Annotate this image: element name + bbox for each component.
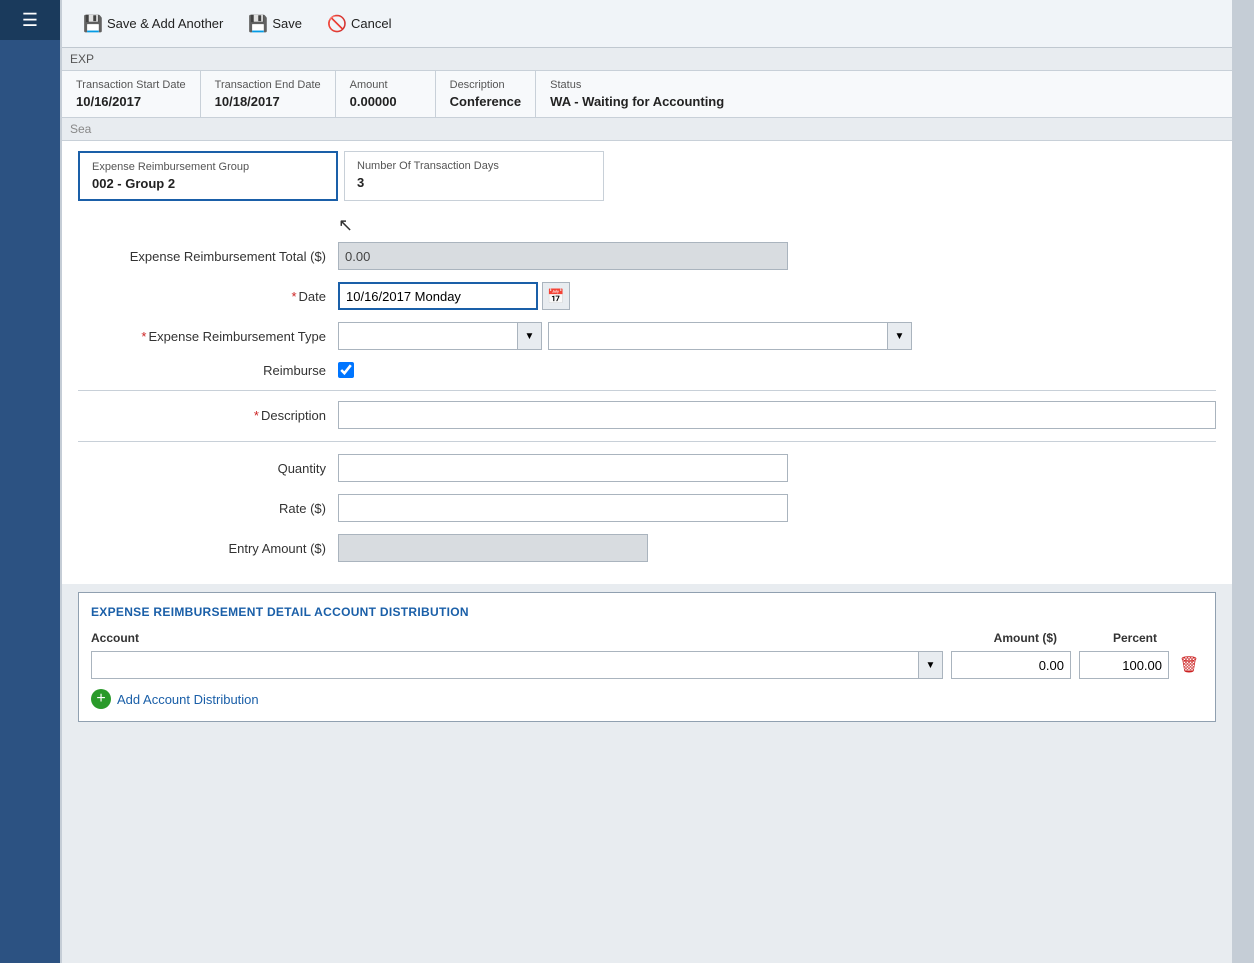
date-field-group: 📅: [338, 282, 570, 310]
reimburse-row: Reimburse: [78, 362, 1216, 378]
end-date-label: Transaction End Date: [215, 79, 321, 91]
type-label: Expense Reimbursement Type: [78, 329, 338, 344]
calendar-button[interactable]: 📅: [542, 282, 570, 310]
amount-value: 0.00000: [350, 94, 421, 109]
save-icon: 💾: [249, 15, 267, 33]
date-label: Date: [78, 289, 338, 304]
exp-header: EXP: [62, 48, 1232, 71]
start-date-cell: Transaction Start Date 10/16/2017: [62, 71, 201, 117]
type-row: Expense Reimbursement Type ▼ ▼: [78, 322, 1216, 350]
save-add-icon: 💾: [84, 15, 102, 33]
end-date-cell: Transaction End Date 10/18/2017: [201, 71, 336, 117]
trash-icon: 🗑: [1179, 655, 1199, 675]
percent-col-header: Percent: [1067, 631, 1167, 645]
rate-input[interactable]: [338, 494, 788, 522]
account-table-row: ▼ 🗑: [91, 651, 1203, 679]
start-date-label: Transaction Start Date: [76, 79, 186, 91]
type-dropdown-group: ▼ ▼: [338, 322, 912, 350]
cursor-indicator: ↖: [338, 215, 1216, 236]
account-amount-input[interactable]: [951, 651, 1071, 679]
days-label: Number Of Transaction Days: [357, 160, 591, 172]
date-input[interactable]: [338, 282, 538, 310]
days-value: 3: [357, 175, 591, 190]
account-percent-input[interactable]: [1079, 651, 1169, 679]
entry-amount-label: Entry Amount ($): [78, 541, 338, 556]
group-value: 002 - Group 2: [92, 176, 324, 191]
rate-row: Rate ($): [78, 494, 1216, 522]
divider: [78, 390, 1216, 391]
days-box: Number Of Transaction Days 3: [344, 151, 604, 201]
end-date-value: 10/18/2017: [215, 94, 321, 109]
status-value: WA - Waiting for Accounting: [550, 94, 1218, 109]
cancel-label: Cancel: [351, 16, 391, 31]
save-label: Save: [272, 16, 302, 31]
total-label: Expense Reimbursement Total ($): [78, 249, 338, 264]
toolbar: 💾 Save & Add Another 💾 Save 🚫 Cancel: [62, 0, 1232, 48]
add-circle-icon: +: [91, 689, 111, 709]
group-box: Expense Reimbursement Group 002 - Group …: [78, 151, 338, 201]
account-dropdown-arrow[interactable]: ▼: [919, 651, 943, 679]
save-add-button[interactable]: 💾 Save & Add Another: [74, 11, 233, 37]
modal-container: 💾 Save & Add Another 💾 Save 🚫 Cancel EXP…: [62, 0, 1232, 963]
quantity-label: Quantity: [78, 461, 338, 476]
total-row: Expense Reimbursement Total ($): [78, 242, 1216, 270]
quantity-input[interactable]: [338, 454, 788, 482]
status-cell: Status WA - Waiting for Accounting: [536, 71, 1232, 117]
menu-icon: ☰: [22, 10, 38, 31]
status-label: Status: [550, 79, 1218, 91]
description-row: Description: [78, 401, 1216, 442]
search-text: Sea: [70, 122, 91, 136]
account-col-header: Account: [91, 631, 927, 645]
amount-label: Amount: [350, 79, 421, 91]
amount-col-header: Amount ($): [927, 631, 1067, 645]
save-button[interactable]: 💾 Save: [239, 11, 312, 37]
date-row: Date 📅: [78, 282, 1216, 310]
reimburse-label: Reimburse: [78, 363, 338, 378]
sidebar: ☰: [0, 0, 60, 963]
description-input-label: Description: [78, 408, 338, 423]
type-select-2[interactable]: [548, 322, 888, 350]
account-input-wrap: ▼: [91, 651, 943, 679]
quantity-row: Quantity: [78, 454, 1216, 482]
description-input[interactable]: [338, 401, 1216, 429]
search-row: Sea: [62, 118, 1232, 141]
cancel-icon: 🚫: [328, 15, 346, 33]
delete-row-button[interactable]: 🗑: [1175, 651, 1203, 679]
account-distribution-title: EXPENSE REIMBURSEMENT DETAIL ACCOUNT DIS…: [91, 605, 1203, 619]
amount-cell: Amount 0.00000: [336, 71, 436, 117]
add-distribution-label: Add Account Distribution: [117, 692, 259, 707]
account-distribution-section: EXPENSE REIMBURSEMENT DETAIL ACCOUNT DIS…: [78, 592, 1216, 722]
account-table-header: Account Amount ($) Percent: [91, 631, 1203, 645]
rate-label: Rate ($): [78, 501, 338, 516]
calendar-icon: 📅: [547, 288, 564, 305]
add-distribution-button[interactable]: + Add Account Distribution: [91, 689, 259, 709]
description-value: Conference: [450, 94, 522, 109]
sidebar-top: ☰: [0, 0, 60, 40]
type-dropdown-arrow-2[interactable]: ▼: [888, 322, 912, 350]
exp-text: EXP: [70, 52, 94, 66]
type-select-1[interactable]: [338, 322, 518, 350]
save-add-label: Save & Add Another: [107, 16, 223, 31]
entry-amount-row: Entry Amount ($): [78, 534, 1216, 562]
group-label: Expense Reimbursement Group: [92, 161, 324, 173]
reimburse-checkbox[interactable]: [338, 362, 354, 378]
info-header: Transaction Start Date 10/16/2017 Transa…: [62, 71, 1232, 118]
description-label: Description: [450, 79, 522, 91]
type-dropdown-arrow-1[interactable]: ▼: [518, 322, 542, 350]
total-input[interactable]: [338, 242, 788, 270]
account-input[interactable]: [91, 651, 919, 679]
cancel-button[interactable]: 🚫 Cancel: [318, 11, 401, 37]
entry-amount-input[interactable]: [338, 534, 648, 562]
description-cell: Description Conference: [436, 71, 537, 117]
start-date-value: 10/16/2017: [76, 94, 186, 109]
group-days-row: Expense Reimbursement Group 002 - Group …: [78, 151, 1216, 201]
form-section: Expense Reimbursement Group 002 - Group …: [62, 141, 1232, 584]
